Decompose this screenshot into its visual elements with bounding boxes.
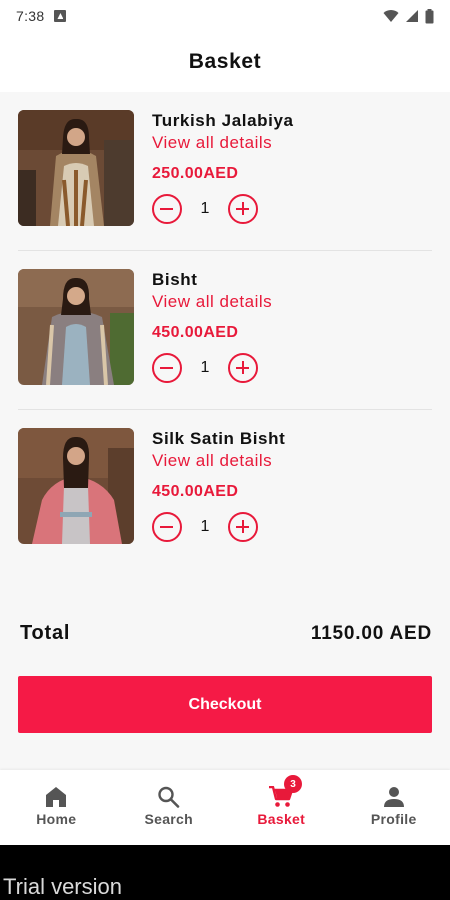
nav-label: Profile <box>370 811 417 827</box>
status-time: 7:38 <box>16 8 45 24</box>
product-price: 450.00AED <box>152 324 239 341</box>
notification-icon <box>54 10 67 22</box>
bottom-nav: Home Search 3 Basket Profile <box>0 770 450 845</box>
person-icon <box>383 787 404 807</box>
trial-watermark: Trial version <box>3 874 122 899</box>
product-name: Silk Satin Bisht <box>152 429 286 448</box>
nav-item-search[interactable]: Search <box>113 770 226 845</box>
nav-item-home[interactable]: Home <box>0 770 113 845</box>
nav-item-basket[interactable]: 3 Basket <box>225 770 338 845</box>
cart-count-badge: 3 <box>284 775 302 793</box>
view-details-link[interactable]: View all details <box>152 450 285 472</box>
wifi-icon <box>383 10 399 22</box>
product-image[interactable] <box>18 269 134 385</box>
total-value: 1150.00 AED <box>310 622 432 644</box>
view-details-link[interactable]: View all details <box>152 291 272 313</box>
nav-label: Basket <box>257 811 306 827</box>
product-price: 450.00AED <box>152 483 239 500</box>
product-image[interactable] <box>18 428 134 544</box>
search-icon <box>158 786 180 808</box>
item-info: Silk Satin Bisht View all details 450.00… <box>152 428 285 542</box>
minus-icon <box>160 207 173 210</box>
quantity-value: 1 <box>200 518 210 535</box>
app-bar: Basket <box>0 32 450 92</box>
checkout-button[interactable]: Checkout <box>18 676 432 733</box>
total-label: Total <box>20 622 71 644</box>
quantity-value: 1 <box>200 359 210 376</box>
quantity-stepper: 1 <box>152 194 294 224</box>
increase-quantity-button[interactable] <box>228 353 258 383</box>
quantity-stepper: 1 <box>152 512 285 542</box>
increase-quantity-button[interactable] <box>228 194 258 224</box>
minus-icon <box>160 525 173 528</box>
view-details-link[interactable]: View all details <box>152 132 294 154</box>
cart-item: Turkish Jalabiya View all details 250.00… <box>0 92 450 251</box>
product-price: 250.00AED <box>152 165 239 182</box>
minus-icon <box>160 366 173 369</box>
battery-icon <box>425 8 434 23</box>
decrease-quantity-button[interactable] <box>152 353 182 383</box>
item-info: Bisht View all details 450.00AED 1 <box>152 269 272 383</box>
cart-item: Bisht View all details 450.00AED 1 <box>0 251 450 410</box>
status-icons <box>383 8 434 24</box>
status-bar: 7:38 <box>0 0 450 32</box>
nav-label: Home <box>36 811 77 827</box>
quantity-stepper: 1 <box>152 353 272 383</box>
decrease-quantity-button[interactable] <box>152 194 182 224</box>
home-icon <box>46 787 67 807</box>
signal-icon <box>406 10 418 22</box>
cart-list: Turkish Jalabiya View all details 250.00… <box>0 92 450 569</box>
increase-quantity-button[interactable] <box>228 512 258 542</box>
item-info: Turkish Jalabiya View all details 250.00… <box>152 110 294 224</box>
quantity-value: 1 <box>200 200 210 217</box>
product-name: Turkish Jalabiya <box>152 111 294 130</box>
order-total: Total 1150.00 AED <box>20 622 432 645</box>
nav-item-profile[interactable]: Profile <box>338 770 450 845</box>
page-title: Basket <box>188 50 262 73</box>
product-name: Bisht <box>152 270 198 289</box>
nav-label: Search <box>144 811 193 827</box>
trial-banner: Trial version <box>0 845 450 900</box>
decrease-quantity-button[interactable] <box>152 512 182 542</box>
cart-item: Silk Satin Bisht View all details 450.00… <box>0 410 450 569</box>
product-image[interactable] <box>18 110 134 226</box>
